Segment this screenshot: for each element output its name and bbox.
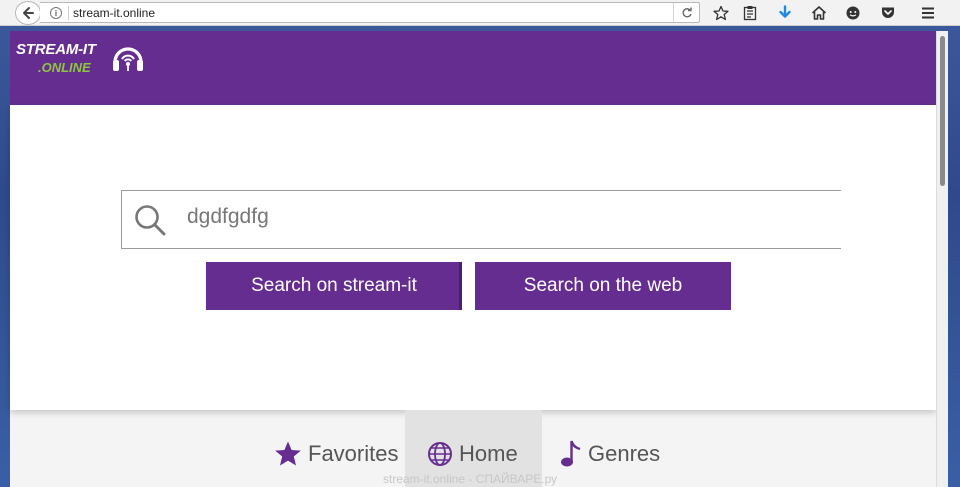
url-text[interactable]: stream-it.online [73,6,155,20]
site-logo[interactable]: STREAM-IT .ONLINE [14,40,150,80]
info-icon[interactable]: i [50,7,62,19]
logo-text-tld: .ONLINE [38,60,91,75]
headphones-signal-icon [113,47,143,71]
pocket-icon[interactable] [878,3,898,23]
search-on-stream-it-button[interactable]: Search on stream-it [206,262,462,310]
url-separator [68,6,69,20]
search-icon[interactable] [133,203,167,237]
menu-icon[interactable] [918,3,938,23]
page-viewport: STREAM-IT .ONLINE dgdfgdfg Search on str… [10,31,936,487]
url-bar[interactable]: i stream-it.online [40,2,700,23]
reload-button[interactable] [673,3,699,22]
watermark-text: stream-it.online - СПАЙВАРЕ.ру [383,472,558,486]
nav-label-favorites: Favorites [308,440,399,466]
scrollbar-thumb[interactable] [940,36,945,186]
logo-text-main: STREAM-IT [16,41,96,58]
nav-item-genres[interactable]: Genres [560,410,660,487]
nav-item-favorites[interactable]: Favorites [274,410,398,487]
nav-label-home: Home [459,440,518,466]
music-note-icon [561,440,581,466]
nav-label-genres: Genres [588,440,661,466]
reading-list-icon[interactable] [740,3,760,23]
search-on-the-web-button[interactable]: Search on the web [475,262,731,310]
reload-icon [682,7,692,17]
back-icon [23,7,34,19]
chat-icon[interactable] [843,3,863,23]
globe-icon [428,441,452,466]
search-input[interactable]: dgdfgdfg [121,190,841,249]
star-icon [275,441,301,465]
download-icon[interactable] [775,3,795,23]
back-button[interactable] [15,1,41,25]
site-header: STREAM-IT .ONLINE [10,31,936,105]
search-panel: dgdfgdfg Search on stream-it Search on t… [10,105,936,410]
home-icon[interactable] [809,3,829,23]
bookmark-star-icon[interactable] [711,3,731,23]
page-scrollbar[interactable] [936,31,948,487]
search-query-text[interactable]: dgdfgdfg [187,205,269,229]
browser-toolbar: i stream-it.online [0,0,960,26]
